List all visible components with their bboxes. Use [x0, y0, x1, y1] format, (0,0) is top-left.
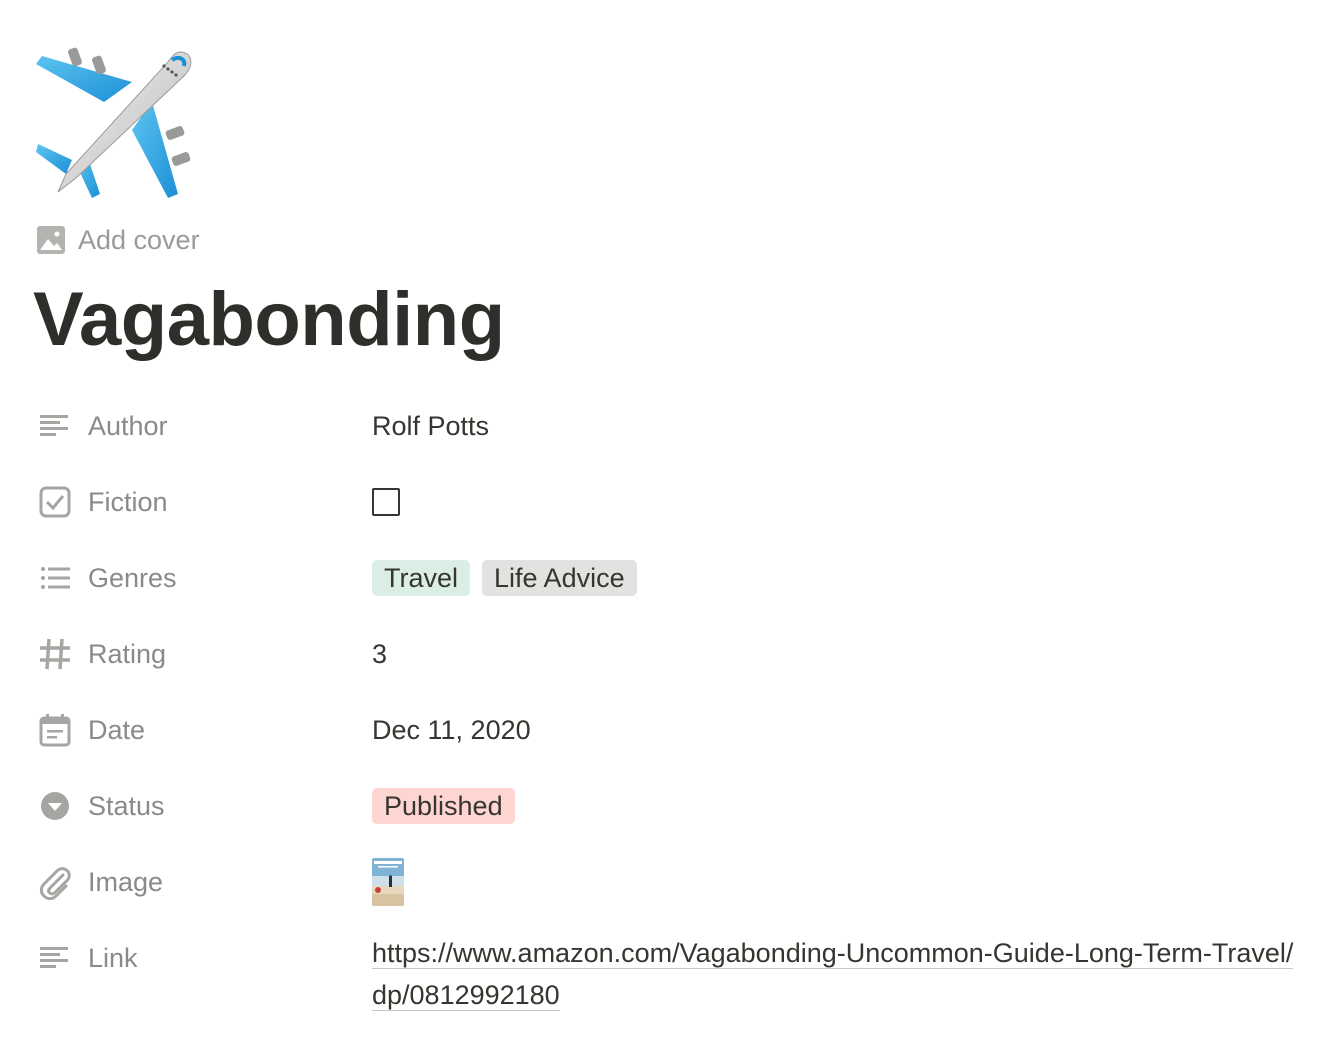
select-chevron-icon: [36, 787, 74, 825]
property-row-status: Status Published: [36, 768, 1306, 844]
page-title[interactable]: Vagabonding: [33, 272, 505, 368]
hash-icon: [36, 635, 74, 673]
property-label: Link: [88, 942, 138, 973]
tag-life-advice[interactable]: Life Advice: [482, 560, 637, 596]
property-label: Author: [88, 410, 168, 441]
property-label: Status: [88, 790, 165, 821]
calendar-icon: [36, 711, 74, 749]
property-label: Fiction: [88, 486, 168, 517]
property-row-author: Author Rolf Potts: [36, 388, 1306, 464]
text-lines-icon: [36, 407, 74, 445]
property-name-rating[interactable]: Rating: [36, 616, 166, 692]
text-lines-icon: [36, 939, 74, 977]
image-icon: [37, 226, 65, 254]
property-label: Date: [88, 714, 146, 745]
checkbox-icon: [36, 483, 74, 521]
property-row-date: Date Dec 11, 2020: [36, 692, 1306, 768]
airplane-icon[interactable]: [32, 42, 194, 204]
property-name-image[interactable]: Image: [36, 844, 163, 920]
property-value-genres[interactable]: Travel Life Advice: [372, 540, 649, 616]
property-name-genres[interactable]: Genres: [36, 540, 177, 616]
property-value-status[interactable]: Published: [372, 768, 527, 844]
page: Add cover Vagabonding Author Rolf Potts: [0, 0, 1330, 1052]
property-row-fiction: Fiction: [36, 464, 1306, 540]
property-value-image: [372, 844, 404, 920]
property-name-fiction[interactable]: Fiction: [36, 464, 168, 540]
property-value-link: https://www.amazon.com/Vagabonding-Uncom…: [372, 932, 1302, 1016]
amazon-link[interactable]: https://www.amazon.com/Vagabonding-Uncom…: [372, 938, 1294, 1011]
add-cover-label: Add cover: [78, 224, 200, 255]
property-label: Genres: [88, 562, 177, 593]
fiction-checkbox[interactable]: [372, 488, 400, 516]
property-row-rating: Rating 3: [36, 616, 1306, 692]
property-row-link: Link https://www.amazon.com/Vagabonding-…: [36, 920, 1306, 1030]
book-cover-thumbnail[interactable]: [372, 858, 404, 906]
property-name-date[interactable]: Date: [36, 692, 145, 768]
property-name-author[interactable]: Author: [36, 388, 168, 464]
property-row-image: Image: [36, 844, 1306, 920]
tag-travel[interactable]: Travel: [372, 560, 471, 596]
property-label: Rating: [88, 638, 167, 669]
property-name-link[interactable]: Link: [36, 920, 138, 996]
property-value-author[interactable]: Rolf Potts: [372, 388, 489, 464]
property-value-fiction: [372, 464, 400, 540]
property-value-date[interactable]: Dec 11, 2020: [372, 692, 531, 768]
property-value-rating[interactable]: 3: [372, 616, 387, 692]
status-badge[interactable]: Published: [372, 788, 515, 824]
property-row-genres: Genres Travel Life Advice: [36, 540, 1306, 616]
property-name-status[interactable]: Status: [36, 768, 165, 844]
list-icon: [36, 559, 74, 597]
add-cover-button[interactable]: Add cover: [36, 222, 200, 258]
property-label: Image: [88, 866, 164, 897]
paperclip-icon: [36, 863, 74, 901]
